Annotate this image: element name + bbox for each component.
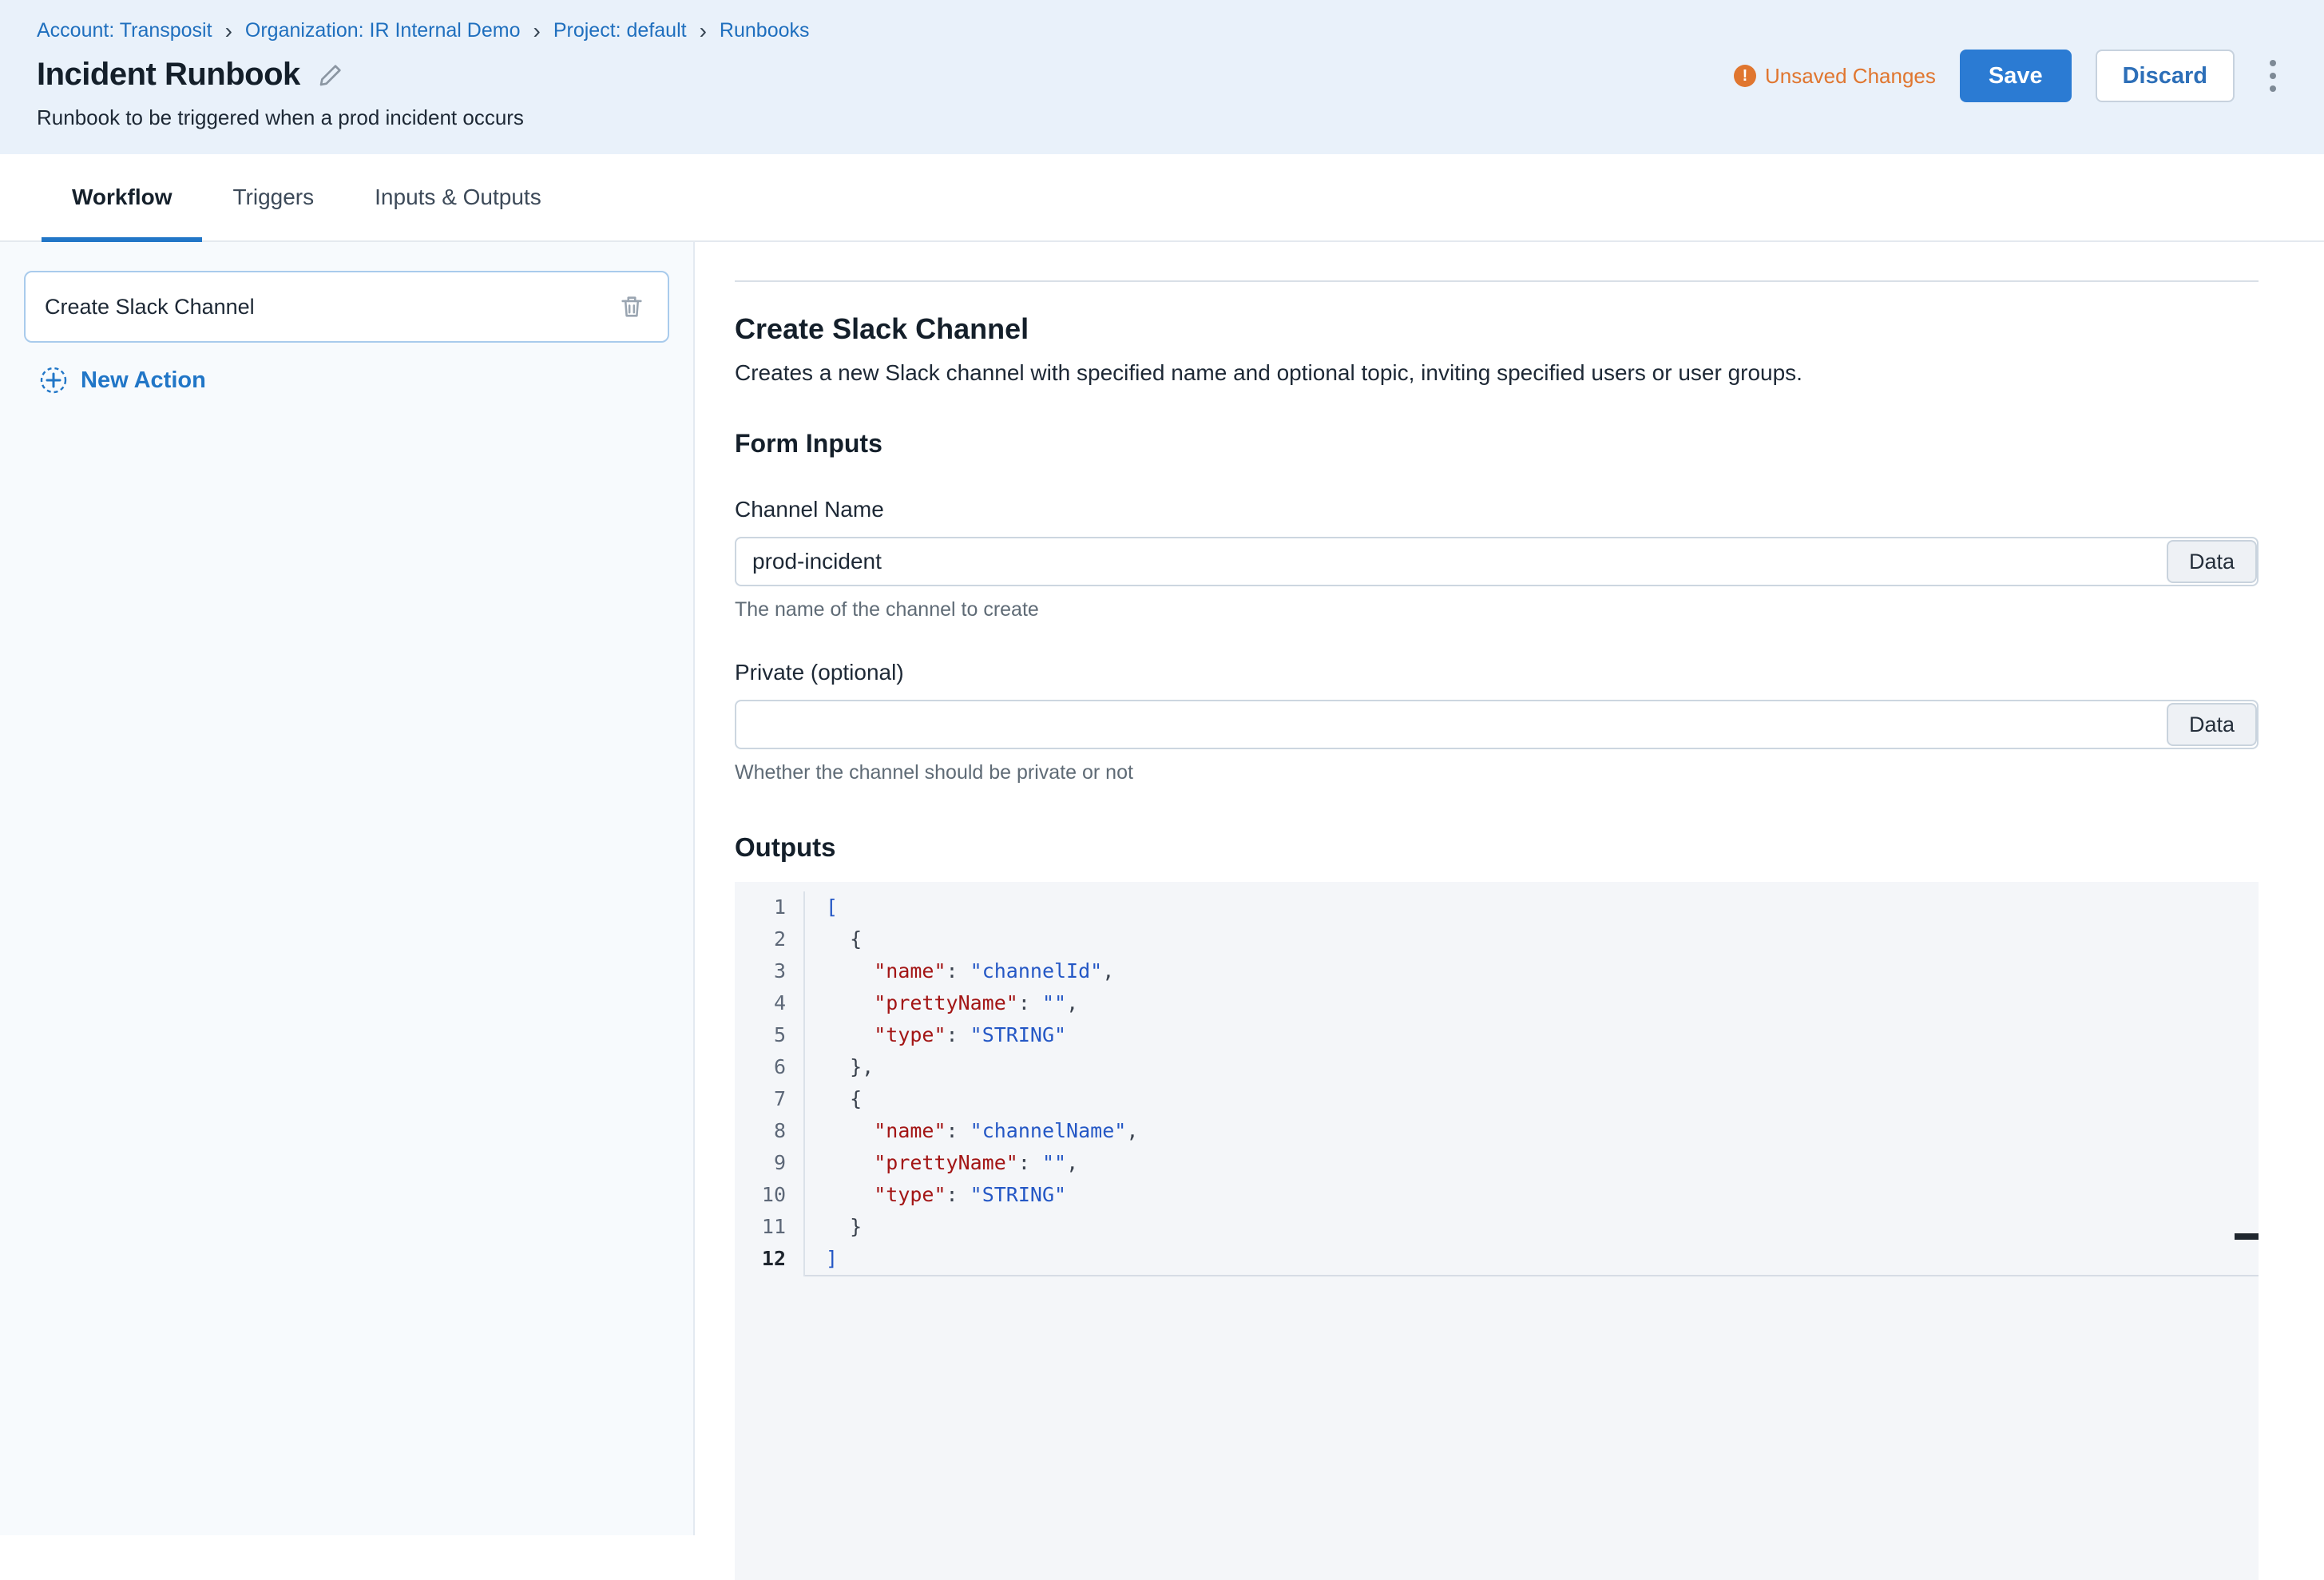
action-item-create-slack-channel[interactable]: Create Slack Channel [24,271,669,343]
code-line: 3 "name": "channelId", [735,955,2259,987]
line-number: 3 [735,955,805,987]
code-line: 4 "prettyName": "", [735,987,2259,1019]
line-number: 1 [735,891,805,923]
private-input-wrap: Data [735,700,2259,749]
page-subtitle: Runbook to be triggered when a prod inci… [37,105,810,130]
scrollbar-thumb[interactable] [2235,1233,2259,1240]
outputs-heading: Outputs [735,832,2259,863]
code-line: 11 } [735,1211,2259,1243]
trash-icon [618,293,645,320]
code-line: 2 { [735,923,2259,955]
code-line: 5 "type": "STRING" [735,1019,2259,1051]
code-line: 12] [735,1243,2259,1276]
line-number: 5 [735,1019,805,1051]
discard-button[interactable]: Discard [2096,50,2235,102]
new-action-button[interactable]: New Action [38,365,206,395]
breadcrumb-organization[interactable]: Organization: IR Internal Demo [245,19,521,42]
channel-name-label: Channel Name [735,497,2259,522]
page-header: Account: Transposit › Organization: IR I… [0,0,2324,154]
breadcrumb-account[interactable]: Account: Transposit [37,19,212,42]
channel-name-input[interactable] [735,537,2259,586]
header-actions: ! Unsaved Changes Save Discard [1734,50,2287,102]
divider [735,280,2259,282]
line-number: 12 [735,1243,805,1276]
private-label: Private (optional) [735,660,2259,685]
breadcrumb-separator-icon: › [700,20,707,42]
tab-inputs-outputs[interactable]: Inputs & Outputs [344,154,572,240]
code-line: 9 "prettyName": "", [735,1147,2259,1179]
unsaved-changes-badge: ! Unsaved Changes [1734,64,1936,89]
code-line: 1[ [735,891,2259,923]
field-private: Private (optional) Data Whether the chan… [735,660,2259,784]
private-input[interactable] [735,700,2259,749]
workflow-actions-panel: Create Slack Channel New Action [0,242,695,1535]
delete-action-button[interactable] [615,290,648,324]
code-line: 6 }, [735,1051,2259,1083]
page-title: Incident Runbook [37,57,300,93]
breadcrumb-runbooks[interactable]: Runbooks [720,19,810,42]
line-number: 4 [735,987,805,1019]
breadcrumb-project[interactable]: Project: default [553,19,687,42]
action-detail-title: Create Slack Channel [735,312,2259,346]
tab-workflow[interactable]: Workflow [42,154,202,240]
line-number: 8 [735,1115,805,1147]
line-number: 7 [735,1083,805,1115]
breadcrumb-separator-icon: › [225,20,232,42]
private-help: Whether the channel should be private or… [735,761,2259,784]
line-number: 10 [735,1179,805,1211]
add-action-icon [38,365,69,395]
edit-pencil-icon[interactable] [318,62,343,88]
tab-triggers[interactable]: Triggers [202,154,344,240]
action-detail-description: Creates a new Slack channel with specifi… [735,360,2259,386]
line-number: 11 [735,1211,805,1243]
code-line: 8 "name": "channelName", [735,1115,2259,1147]
private-data-button[interactable]: Data [2167,703,2257,746]
breadcrumb-separator-icon: › [533,20,541,42]
new-action-label: New Action [81,367,206,394]
breadcrumb: Account: Transposit › Organization: IR I… [37,19,810,42]
title-row: Incident Runbook [37,57,810,93]
tab-bar: Workflow Triggers Inputs & Outputs [0,154,2324,242]
action-item-label: Create Slack Channel [45,295,255,320]
line-number: 2 [735,923,805,955]
save-button[interactable]: Save [1960,50,2072,102]
code-lines: 1[2 {3 "name": "channelId",4 "prettyName… [735,891,2259,1276]
warning-icon: ! [1734,65,1756,87]
unsaved-changes-label: Unsaved Changes [1765,64,1936,89]
outputs-code-editor[interactable]: 1[2 {3 "name": "channelId",4 "prettyName… [735,882,2259,1580]
channel-name-data-button[interactable]: Data [2167,540,2257,583]
action-detail-panel: Create Slack Channel Creates a new Slack… [695,242,2324,1535]
code-line: 7 { [735,1083,2259,1115]
kebab-menu-icon[interactable] [2259,52,2287,100]
channel-name-input-wrap: Data [735,537,2259,586]
content-area: Create Slack Channel New Action Create S… [0,242,2324,1535]
line-number: 9 [735,1147,805,1179]
field-channel-name: Channel Name Data The name of the channe… [735,497,2259,621]
channel-name-help: The name of the channel to create [735,598,2259,621]
form-inputs-heading: Form Inputs [735,429,2259,459]
line-number: 6 [735,1051,805,1083]
header-left: Account: Transposit › Organization: IR I… [37,19,810,130]
code-line: 10 "type": "STRING" [735,1179,2259,1211]
